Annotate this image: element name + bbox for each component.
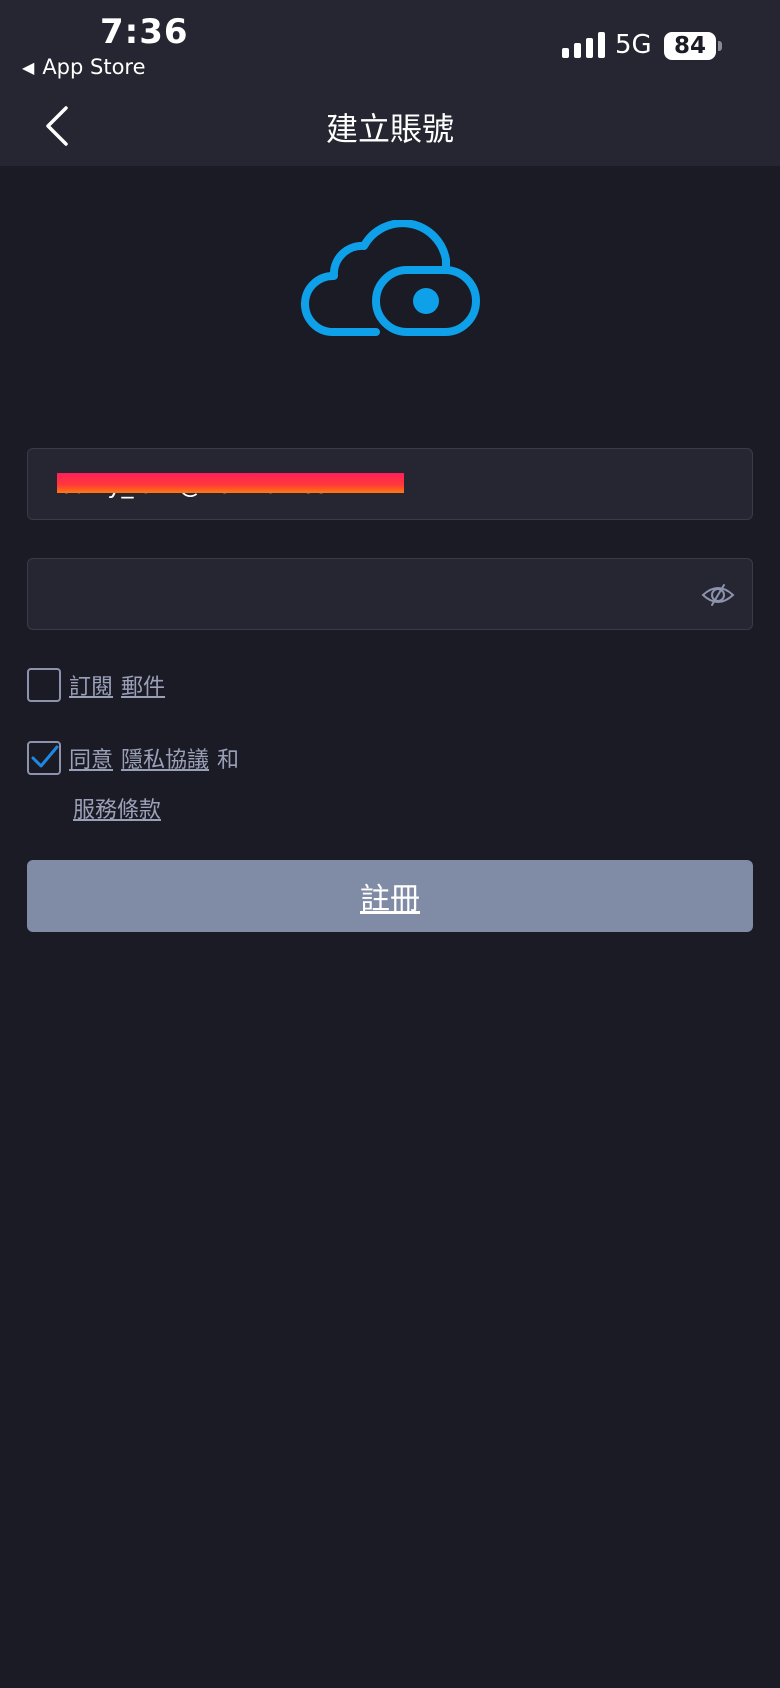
battery-tip [718,41,722,51]
status-time: 7:36 [100,12,189,52]
page-title: 建立賬號 [325,110,454,148]
back-to-app-store[interactable]: ◀ App Store [22,55,146,79]
terms-of-service-link[interactable]: 服務條款 [73,792,161,824]
agree-checkbox[interactable] [27,741,61,775]
checkmark-icon [31,745,59,768]
subscribe-label[interactable]: 訂閱 [69,669,113,701]
cloud-eye-logo [301,220,480,336]
eye-slash-icon[interactable] [700,577,736,613]
register-button[interactable]: 註冊 [27,860,753,932]
create-account-screen: 7:36 ◀ App Store 5G 84 建立賬號 barry_lam@ho… [0,0,780,1688]
agree-row: 同意 隱私協議 和 [27,741,239,775]
subscribe-row: 訂閱 郵件 [27,668,165,702]
password-input[interactable] [56,559,680,631]
agree-label[interactable]: 同意 [69,742,113,774]
email-field[interactable] [27,448,753,521]
and-text: 和 [217,748,240,773]
network-label: 5G [615,30,652,60]
battery-icon: 84 [664,32,716,60]
back-triangle-icon: ◀ [22,57,35,77]
chevron-left-icon [46,106,68,146]
back-button[interactable] [40,102,80,150]
privacy-policy-link[interactable]: 隱私協議 [121,742,209,774]
header: 7:36 ◀ App Store 5G 84 建立賬號 [0,0,780,166]
signal-strength-icon [562,32,605,58]
password-field[interactable] [27,558,753,631]
subscribe-checkbox[interactable] [27,668,61,702]
back-app-label: App Store [42,55,146,79]
mail-link[interactable]: 郵件 [121,669,165,701]
email-input[interactable] [56,449,680,521]
